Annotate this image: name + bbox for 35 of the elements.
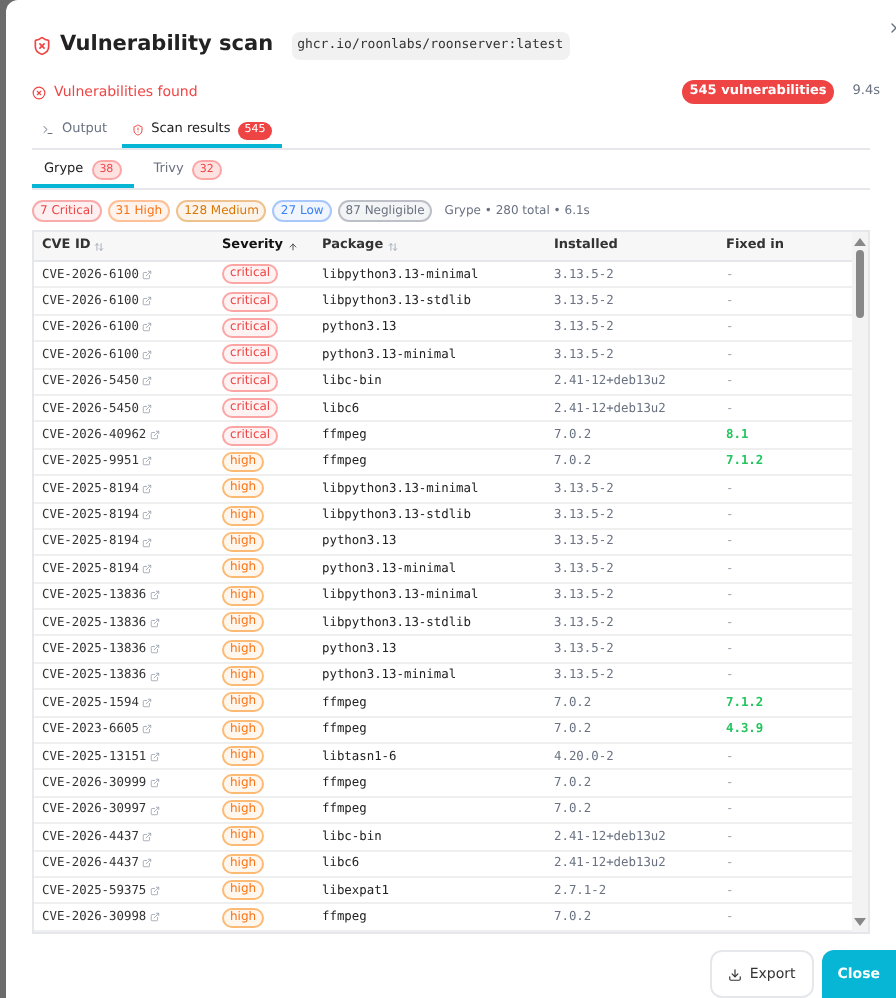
- external-link-icon[interactable]: [150, 590, 161, 601]
- external-link-icon[interactable]: [142, 858, 153, 869]
- external-link-icon[interactable]: [150, 617, 161, 628]
- external-link-icon[interactable]: [150, 912, 161, 923]
- sort-icon: [387, 241, 398, 251]
- external-link-icon[interactable]: [142, 724, 153, 735]
- terminal-icon: [42, 124, 54, 136]
- external-link-icon[interactable]: [142, 510, 153, 521]
- external-link-icon[interactable]: [142, 697, 153, 708]
- external-link-icon[interactable]: [150, 778, 161, 789]
- external-link-icon[interactable]: [142, 296, 153, 307]
- external-link-icon[interactable]: [142, 483, 153, 494]
- shield-icon: [131, 124, 144, 136]
- external-link-icon[interactable]: [142, 403, 153, 414]
- external-link-icon[interactable]: [142, 537, 153, 548]
- sort-ascending-icon: [287, 241, 298, 251]
- external-link-icon[interactable]: [150, 644, 161, 655]
- external-link-icon[interactable]: [150, 751, 161, 762]
- external-link-icon[interactable]: [142, 349, 153, 360]
- external-link-icon[interactable]: [142, 376, 153, 387]
- external-link-icon[interactable]: [150, 805, 161, 815]
- dialog-title: Vulnerability scan: [60, 30, 274, 61]
- sort-icon: [94, 241, 105, 251]
- download-icon: [727, 967, 742, 981]
- external-link-icon[interactable]: [142, 831, 153, 842]
- external-link-icon[interactable]: [142, 322, 153, 333]
- external-link-icon[interactable]: [142, 456, 153, 467]
- shield-icon: [32, 36, 52, 56]
- external-link-icon[interactable]: [150, 671, 161, 682]
- scrollbar[interactable]: [852, 232, 868, 932]
- external-link-icon[interactable]: [150, 430, 161, 441]
- external-link-icon[interactable]: [142, 563, 153, 574]
- error-icon: [32, 85, 46, 99]
- external-link-icon[interactable]: [150, 885, 161, 896]
- external-link-icon[interactable]: [142, 269, 153, 280]
